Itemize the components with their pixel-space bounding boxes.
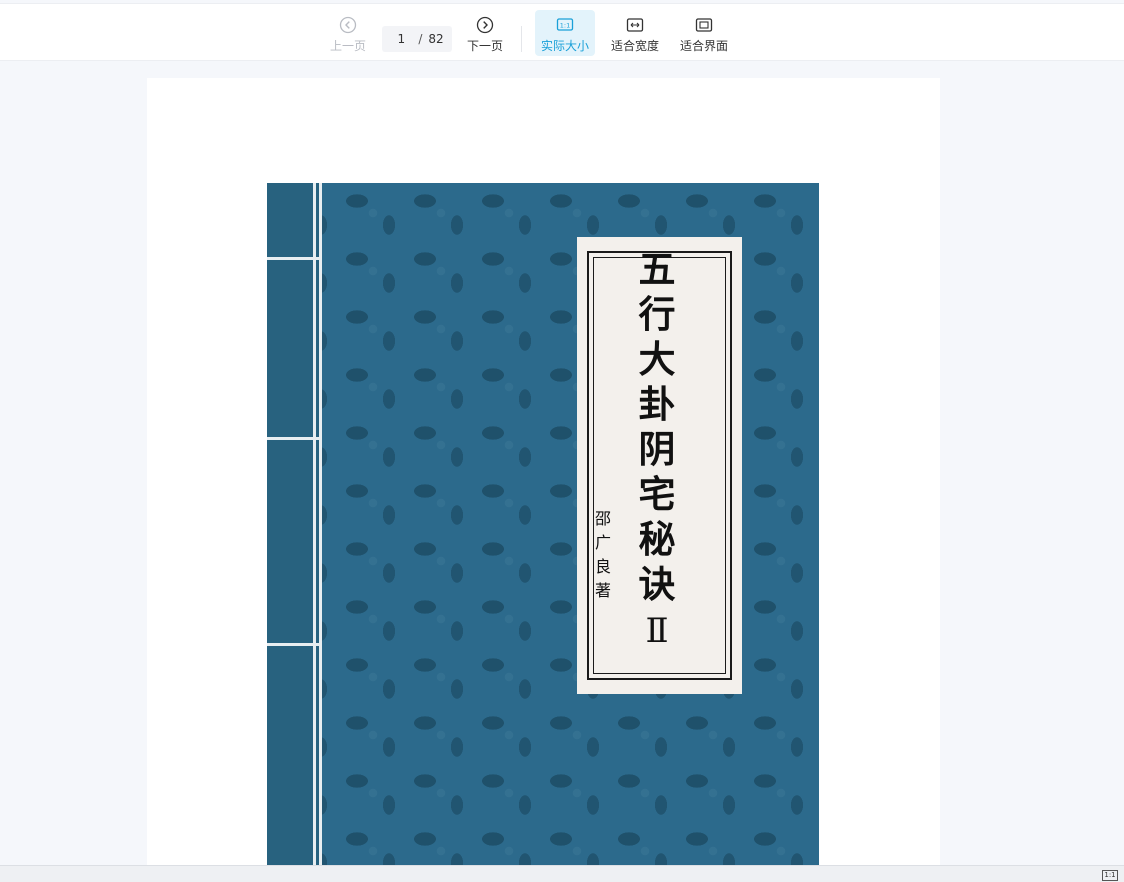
page-total: 82 bbox=[428, 32, 444, 46]
author-char: 广 bbox=[594, 533, 611, 552]
fit-width-icon bbox=[626, 18, 644, 32]
zoom-indicator-icon[interactable]: 1:1 bbox=[1102, 870, 1118, 881]
title-char: 五 bbox=[638, 247, 676, 291]
fit-page-label: 适合界面 bbox=[679, 39, 728, 53]
fit-page-icon bbox=[695, 18, 713, 32]
author-char: 邵 bbox=[594, 509, 611, 528]
author-char: 良 bbox=[594, 557, 611, 576]
spine-line bbox=[313, 183, 316, 865]
actual-size-label: 实际大小 bbox=[540, 39, 589, 53]
spine-stitch bbox=[267, 437, 319, 440]
document-page: 五 行 大 卦 阴 宅 秘 诀 Ⅱ 邵 广 良 著 bbox=[147, 78, 940, 865]
page-indicator: / 82 bbox=[382, 26, 452, 52]
chevron-right-circle-icon bbox=[476, 16, 494, 34]
title-char: 诀 bbox=[638, 562, 676, 606]
title-char: 秘 bbox=[638, 517, 676, 561]
book-cover-image: 五 行 大 卦 阴 宅 秘 诀 Ⅱ 邵 广 良 著 bbox=[267, 183, 819, 865]
title-char: 大 bbox=[638, 337, 676, 381]
title-char: 行 bbox=[638, 292, 676, 336]
actual-size-icon-text: 1:1 bbox=[560, 22, 570, 30]
fit-page-button[interactable]: 适合界面 bbox=[676, 10, 732, 56]
actual-size-button[interactable]: 1:1 实际大小 bbox=[535, 10, 595, 56]
cover-volume: Ⅱ bbox=[645, 611, 669, 651]
cover-author: 邵 广 良 著 bbox=[591, 507, 615, 603]
toolbar-divider bbox=[521, 26, 522, 52]
spine-line bbox=[319, 183, 322, 865]
title-char: 阴 bbox=[638, 427, 676, 471]
fit-width-label: 适合宽度 bbox=[610, 39, 659, 53]
author-char: 著 bbox=[594, 581, 611, 600]
document-viewport[interactable]: 五 行 大 卦 阴 宅 秘 诀 Ⅱ 邵 广 良 著 bbox=[0, 62, 1124, 865]
title-char: 卦 bbox=[638, 382, 676, 426]
cover-title-label: 五 行 大 卦 阴 宅 秘 诀 Ⅱ 邵 广 良 著 bbox=[577, 237, 742, 694]
fit-width-button[interactable]: 适合宽度 bbox=[607, 10, 663, 56]
prev-page-label: 上一页 bbox=[329, 39, 366, 53]
cover-spine bbox=[267, 183, 319, 865]
status-bar: 1:1 bbox=[0, 865, 1124, 882]
cover-title: 五 行 大 卦 阴 宅 秘 诀 Ⅱ bbox=[632, 247, 682, 653]
spine-stitch bbox=[267, 257, 319, 260]
next-page-button[interactable]: 下一页 bbox=[463, 10, 507, 56]
chevron-left-circle-icon bbox=[339, 16, 357, 34]
actual-size-icon: 1:1 bbox=[556, 18, 574, 31]
page-separator: / bbox=[418, 32, 423, 46]
viewer-toolbar: 上一页 / 82 下一页 1:1 实际大小 适合宽度 适合界面 bbox=[0, 3, 1124, 61]
title-char: 宅 bbox=[638, 472, 676, 516]
current-page-input[interactable] bbox=[390, 32, 413, 46]
next-page-label: 下一页 bbox=[466, 39, 503, 53]
spine-stitch bbox=[267, 643, 319, 646]
prev-page-button[interactable]: 上一页 bbox=[326, 10, 370, 56]
